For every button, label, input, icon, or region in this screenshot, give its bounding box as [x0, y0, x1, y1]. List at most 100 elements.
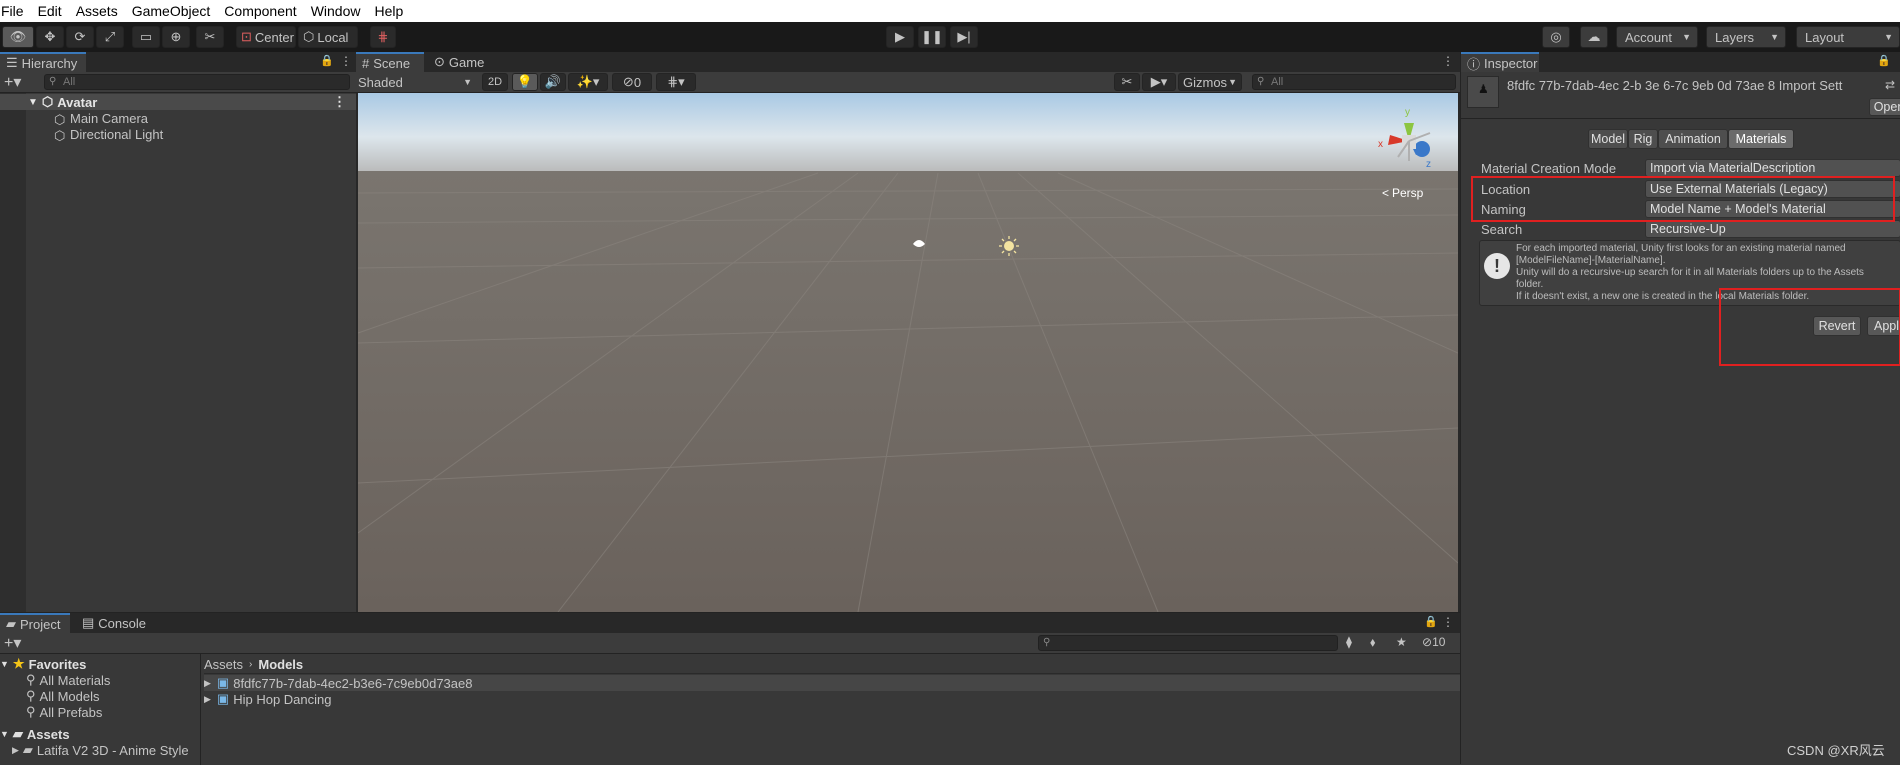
hierarchy-item-directional-light[interactable]: ⬡ Directional Light [54, 126, 163, 144]
assets-label: Assets [26, 726, 70, 742]
collab-icon: ◎ [1550, 29, 1562, 44]
tab-scene[interactable]: # Scene [356, 52, 424, 72]
scene-search-input[interactable]: ⚲ All [1252, 74, 1456, 90]
materials-tab-label: Materials [1735, 132, 1787, 146]
hidden-count: 0 [633, 74, 642, 90]
favorites-label: Favorites [28, 656, 87, 672]
expand-arrow-icon[interactable]: ▶ [204, 694, 211, 705]
lighting-toggle[interactable]: 💡 [512, 73, 538, 91]
breadcrumb-models[interactable]: Models [258, 657, 303, 672]
folder-latifa[interactable]: ▶ ▰ Latifa V2 3D - Anime Style [12, 742, 189, 758]
rect-tool-button[interactable]: ▭ [132, 26, 160, 48]
view-tool-button[interactable]: 👁 [2, 26, 34, 48]
audio-toggle[interactable]: 🔊 [540, 73, 566, 91]
favorite-all-materials[interactable]: ⚲ All Materials [26, 672, 110, 688]
layers-dropdown[interactable]: Layers ▼ [1706, 26, 1786, 48]
menu-edit[interactable]: Edit [38, 3, 67, 19]
search-icon: ⚲ [26, 672, 36, 687]
custom-tool-button[interactable]: ✂ [196, 26, 224, 48]
hidden-packages-toggle[interactable]: ⊘10 [1422, 635, 1445, 649]
menu-help[interactable]: Help [374, 3, 408, 19]
add-icon[interactable]: +▾ [4, 72, 21, 92]
more-icon[interactable]: ⋮ [1442, 615, 1454, 629]
menu-window[interactable]: Window [311, 3, 366, 19]
help-line: [ModelFileName]-[MaterialName]. [1516, 255, 1666, 266]
search-mode-dropdown[interactable]: Recursive-Up [1645, 220, 1900, 238]
expand-arrow-icon[interactable]: ▼ [0, 729, 9, 739]
light-gizmo-icon[interactable] [999, 236, 1019, 256]
expand-arrow-icon[interactable]: ▼ [0, 659, 9, 669]
camera-dropdown[interactable]: ▶▾ [1142, 73, 1176, 91]
menu-gameobject[interactable]: GameObject [132, 3, 216, 19]
tab-project[interactable]: ▰ Project [0, 613, 70, 633]
tools-toggle[interactable]: ✂ [1114, 73, 1140, 91]
scene-row[interactable]: ▼ ⬡ Avatar ⋮ [0, 94, 356, 110]
project-search-input[interactable]: ⚲ [1038, 635, 1338, 651]
play-button[interactable]: ▶ [886, 26, 914, 48]
favorite-label: All Prefabs [39, 704, 103, 720]
shading-mode-dropdown[interactable]: Shaded ▼ [358, 73, 476, 91]
assets-folder[interactable]: ▼ ▰ Assets [0, 726, 70, 742]
console-tab-label: Console [98, 615, 146, 631]
transform-tool-button[interactable]: ⊕ [162, 26, 190, 48]
settings-icon[interactable]: ⇄ [1885, 78, 1895, 92]
lock-icon[interactable]: 🔒 [1877, 54, 1891, 67]
grid-dropdown[interactable]: ⋕▾ [656, 73, 696, 91]
scene-viewport[interactable]: y x z < Persp [358, 93, 1458, 612]
label-icon[interactable]: ⬧ [1370, 635, 1375, 650]
pivot-center-button[interactable]: ⊡ Center [236, 26, 296, 48]
tab-rig[interactable]: Rig [1628, 129, 1658, 149]
favorites-folder[interactable]: ▼ ★ Favorites [0, 656, 86, 672]
tab-inspector[interactable]: ⓘ Inspector [1461, 52, 1539, 72]
tab-game[interactable]: ⊙ Game [428, 52, 494, 72]
menu-component[interactable]: Component [224, 3, 301, 19]
tab-console[interactable]: ▤ Console [76, 613, 156, 633]
gizmos-dropdown[interactable]: Gizmos ▼ [1178, 73, 1242, 91]
scale-tool-button[interactable]: ⤢ [96, 26, 124, 48]
lock-icon[interactable]: 🔒 [1424, 615, 1438, 628]
cloud-button[interactable]: ☁ [1580, 26, 1608, 48]
collab-button[interactable]: ◎ [1542, 26, 1570, 48]
tab-materials[interactable]: Materials [1728, 129, 1794, 149]
tab-model[interactable]: Model [1588, 129, 1628, 149]
toggle-2d-button[interactable]: 2D [482, 73, 508, 91]
more-icon[interactable]: ⋮ [1442, 54, 1454, 68]
file-row[interactable]: ▶ ▣ Hip Hop Dancing [204, 691, 332, 707]
persp-label[interactable]: Persp [1392, 186, 1424, 200]
expand-arrow-icon[interactable]: ▶ [204, 678, 211, 689]
search-mode-value: Recursive-Up [1650, 222, 1726, 236]
breadcrumb-assets[interactable]: Assets [204, 657, 243, 672]
expand-arrow-icon[interactable]: ▶ [12, 745, 19, 756]
filter-type-icon[interactable]: ⧫ [1346, 635, 1352, 649]
tab-hierarchy[interactable]: ☰ Hierarchy [0, 52, 86, 72]
star-icon[interactable]: ★ [1396, 635, 1407, 649]
more-icon[interactable]: ⋮ [340, 54, 352, 68]
move-tool-button[interactable]: ✥ [36, 26, 64, 48]
file-row-selected[interactable]: ▶ ▣ 8fdfc77b-7dab-4ec2-b3e6-7c9eb0d73ae8 [204, 675, 1460, 691]
favorite-label: All Materials [39, 672, 111, 688]
hierarchy-search-input[interactable]: ⚲ All [44, 74, 350, 90]
layout-dropdown[interactable]: Layout ▼ [1796, 26, 1900, 48]
add-icon[interactable]: +▾ [4, 633, 21, 653]
chevron-down-icon: ▼ [1770, 32, 1779, 42]
favorite-all-models[interactable]: ⚲ All Models [26, 688, 100, 704]
more-icon[interactable]: ⋮ [333, 94, 346, 110]
open-button[interactable]: Open [1869, 98, 1900, 116]
lock-icon[interactable]: 🔒 [320, 54, 334, 67]
pause-button[interactable]: ❚❚ [918, 26, 946, 48]
material-creation-mode-dropdown[interactable]: Import via MaterialDescription [1645, 159, 1900, 177]
account-dropdown[interactable]: Account ▼ [1616, 26, 1698, 48]
step-button[interactable]: ▶| [950, 26, 978, 48]
rotate-tool-button[interactable]: ⟳ [66, 26, 94, 48]
menu-file[interactable]: File [1, 3, 29, 19]
folder-icon: ▰ [12, 726, 23, 741]
hidden-objects-toggle[interactable]: ⊘ 0 [612, 73, 652, 91]
favorite-all-prefabs[interactable]: ⚲ All Prefabs [26, 704, 102, 720]
grid-snap-button[interactable]: ⋕ [370, 26, 396, 48]
expand-arrow-icon[interactable]: ▼ [28, 97, 38, 108]
menu-assets[interactable]: Assets [76, 3, 123, 19]
effects-dropdown[interactable]: ✨▾ [568, 73, 608, 91]
pivot-local-button[interactable]: ⬡ Local [298, 26, 358, 48]
tab-animation[interactable]: Animation [1658, 129, 1728, 149]
hierarchy-item-main-camera[interactable]: ⬡ Main Camera [54, 110, 148, 128]
